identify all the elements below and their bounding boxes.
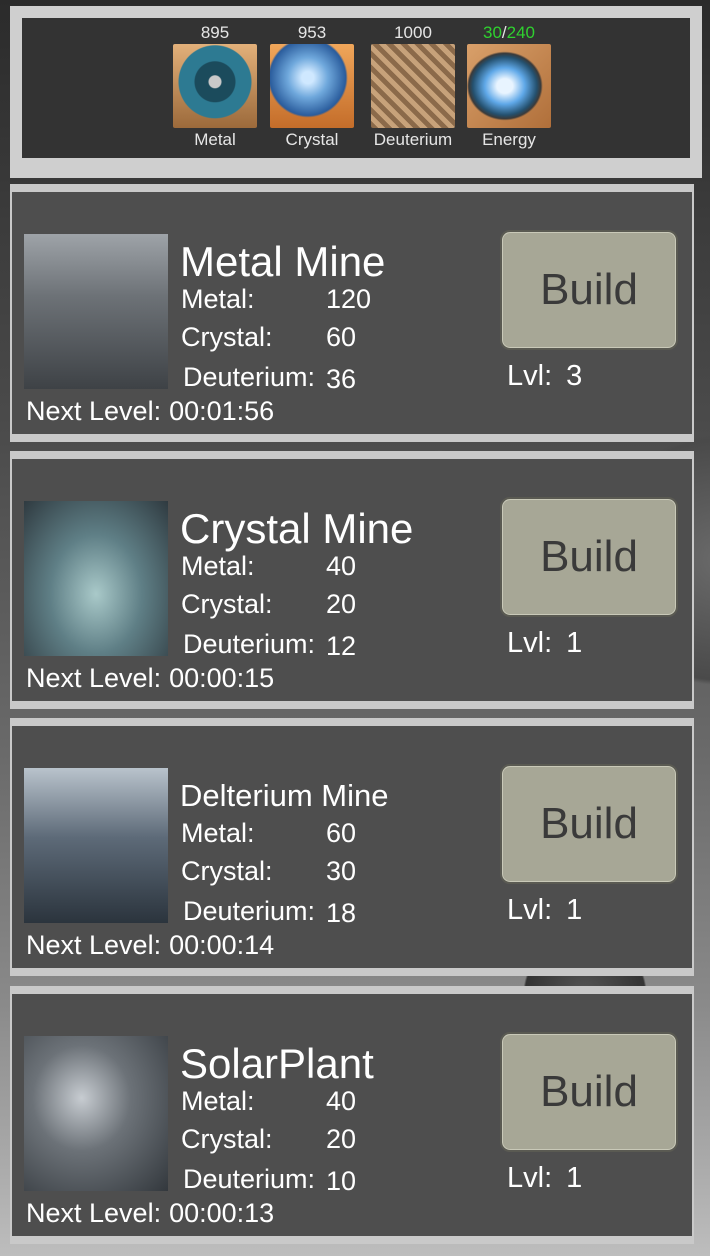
level-label: Lvl: (507, 627, 553, 659)
resource-energy: 30/240 Energy (464, 18, 554, 152)
next-level: Next Level: 00:00:13 (26, 1198, 274, 1229)
cost-deuterium-label: Deuterium: (183, 896, 316, 926)
level-value: 3 (566, 360, 583, 392)
build-button[interactable]: Build (500, 497, 678, 617)
level-value: 1 (566, 627, 583, 659)
resource-metal: 895 Metal (170, 18, 260, 152)
cost-deuterium-label: Deuterium: (183, 1164, 316, 1194)
metal-mine-image (24, 234, 168, 389)
resource-deuterium: 1000 Deuterium (368, 18, 458, 152)
cost-metal-value: 120 (326, 284, 372, 314)
cost-metal-value: 40 (326, 551, 357, 581)
building-card-panel: Crystal Mine Metal: 40 Crystal: 20 Deute… (12, 459, 692, 701)
resource-bar: 895 Metal 953 Crystal 1000 Deuterium 30/… (10, 6, 702, 178)
resource-crystal-value: 953 (297, 23, 327, 42)
cost-crystal-label: Crystal: (181, 1124, 273, 1154)
cost-crystal-value: 20 (326, 589, 357, 619)
cost-deuterium-value: 18 (326, 898, 357, 928)
cost-metal-label: Metal: (181, 284, 255, 314)
next-level-time: 00:00:15 (169, 663, 275, 693)
resource-crystal: 953 Crystal (267, 18, 357, 152)
resource-crystal-label: Crystal (285, 130, 339, 149)
energy-portal-icon (467, 44, 551, 128)
build-button[interactable]: Build (500, 230, 678, 350)
next-level: Next Level: 00:01:56 (26, 396, 274, 427)
building-level: Lvl: 1 (507, 627, 582, 660)
next-level-label: Next Level: (26, 930, 162, 960)
resource-energy-label: Energy (482, 130, 536, 149)
level-label: Lvl: (507, 1162, 553, 1194)
cost-metal-value: 40 (326, 1086, 357, 1116)
next-level-time: 00:00:13 (169, 1198, 275, 1228)
resource-energy-value: 30/240 (464, 18, 554, 44)
build-button[interactable]: Build (500, 764, 678, 884)
resource-metal-value: 895 (200, 23, 230, 42)
building-level: Lvl: 1 (507, 894, 582, 927)
building-level: Lvl: 1 (507, 1162, 582, 1195)
building-title: SolarPlant (180, 1040, 374, 1087)
building-card-metal-mine: Metal Mine Metal: 120 Crystal: 60 Deuter… (10, 184, 694, 442)
building-level: Lvl: 3 (507, 360, 582, 393)
level-value: 1 (566, 1162, 583, 1194)
cost-metal-label: Metal: (181, 1086, 255, 1116)
building-card-panel: Delterium Mine Metal: 60 Crystal: 30 Deu… (12, 726, 692, 968)
next-level-label: Next Level: (26, 1198, 162, 1228)
crystal-sphere-icon (270, 44, 354, 128)
building-card-delterium-mine: Delterium Mine Metal: 60 Crystal: 30 Deu… (10, 718, 694, 976)
cost-deuterium-value: 10 (326, 1166, 357, 1196)
delterium-mine-image (24, 768, 168, 923)
resource-deuterium-label: Deuterium (373, 130, 453, 149)
deuterium-crate-icon (371, 44, 455, 128)
next-level-label: Next Level: (26, 663, 162, 693)
metal-tank-icon (173, 44, 257, 128)
resource-panel: 895 Metal 953 Crystal 1000 Deuterium 30/… (22, 18, 690, 158)
next-level-label: Next Level: (26, 396, 162, 426)
cost-deuterium-label: Deuterium: (183, 362, 316, 392)
crystal-mine-image (24, 501, 168, 656)
cost-crystal-label: Crystal: (181, 322, 273, 352)
level-label: Lvl: (507, 894, 553, 926)
building-title: Metal Mine (180, 238, 386, 285)
resource-deuterium-value: 1000 (394, 23, 432, 42)
building-card-solar-plant: SolarPlant Metal: 40 Crystal: 20 Deuteri… (10, 986, 694, 1244)
energy-current: 30 (482, 23, 502, 42)
solar-plant-image (24, 1036, 168, 1191)
cost-metal-value: 60 (326, 818, 357, 848)
level-value: 1 (566, 894, 583, 926)
level-label: Lvl: (507, 360, 553, 392)
next-level: Next Level: 00:00:14 (26, 930, 274, 961)
cost-deuterium-value: 12 (326, 631, 357, 661)
energy-max: 240 (506, 23, 536, 42)
building-card-panel: SolarPlant Metal: 40 Crystal: 20 Deuteri… (12, 994, 692, 1236)
building-title: Delterium Mine (180, 778, 389, 813)
build-button[interactable]: Build (500, 1032, 678, 1152)
cost-metal-label: Metal: (181, 551, 255, 581)
next-level-time: 00:01:56 (169, 396, 275, 426)
building-card-crystal-mine: Crystal Mine Metal: 40 Crystal: 20 Deute… (10, 451, 694, 709)
building-title: Crystal Mine (180, 505, 414, 552)
cost-crystal-label: Crystal: (181, 856, 273, 886)
building-card-panel: Metal Mine Metal: 120 Crystal: 60 Deuter… (12, 192, 692, 434)
resource-metal-label: Metal (194, 130, 236, 149)
cost-deuterium-value: 36 (326, 364, 357, 394)
cost-deuterium-label: Deuterium: (183, 629, 316, 659)
cost-crystal-label: Crystal: (181, 589, 273, 619)
next-level: Next Level: 00:00:15 (26, 663, 274, 694)
cost-metal-label: Metal: (181, 818, 255, 848)
cost-crystal-value: 20 (326, 1124, 357, 1154)
cost-crystal-value: 60 (326, 322, 357, 352)
cost-crystal-value: 30 (326, 856, 357, 886)
next-level-time: 00:00:14 (169, 930, 275, 960)
